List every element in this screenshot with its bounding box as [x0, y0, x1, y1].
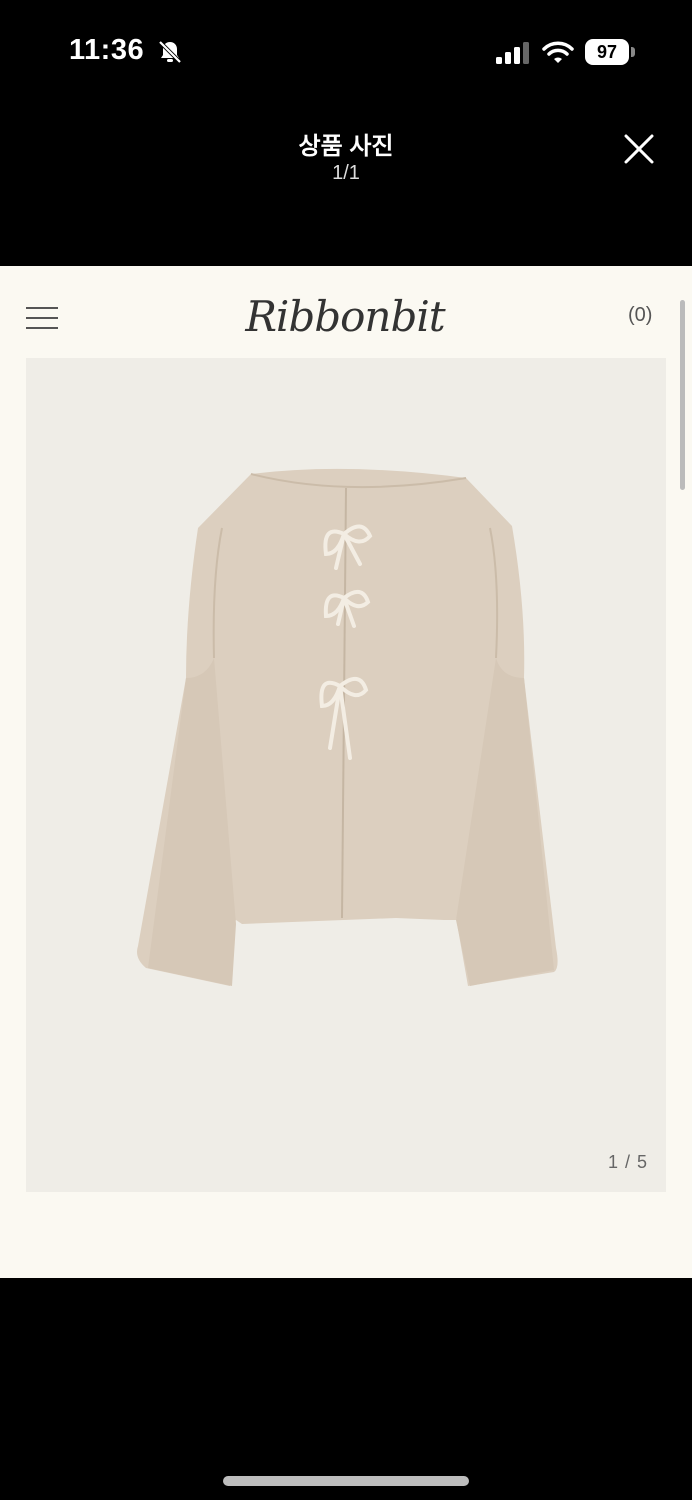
brand-logo: Ribbonbit [245, 292, 445, 341]
sweater-image [137, 468, 558, 986]
signal-icon [496, 42, 529, 64]
status-bar: 11:36 97 [0, 0, 692, 100]
bell-slash-icon [158, 40, 182, 64]
product-photo[interactable]: Ribbonbit (0) 1 / 5 [0, 266, 692, 1278]
status-time: 11:36 [69, 34, 145, 66]
viewer-counter: 1/1 [332, 162, 360, 184]
viewer-title: 상품 사진 [298, 133, 394, 160]
image-counter: 1 / 5 [607, 1152, 648, 1172]
viewer-header: 상품 사진 1/1 [0, 110, 692, 210]
wifi-icon [542, 41, 574, 63]
hamburger-menu-icon[interactable] [26, 304, 60, 332]
cart-count[interactable]: (0) [628, 304, 652, 327]
battery-icon: 97 [585, 39, 635, 65]
close-icon[interactable] [618, 128, 660, 170]
battery-level: 97 [585, 39, 629, 65]
product-image[interactable]: 1 / 5 [26, 358, 666, 1192]
home-indicator[interactable] [223, 1476, 469, 1486]
scrollbar[interactable] [680, 300, 685, 490]
